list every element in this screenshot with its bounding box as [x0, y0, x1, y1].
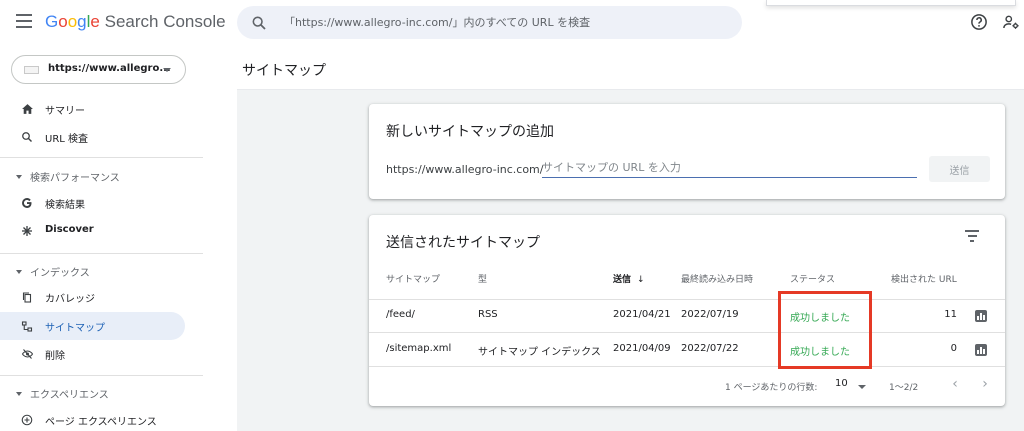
cell-last-read: 2022/07/19: [681, 309, 739, 320]
column-header-last-read[interactable]: 最終読み込み日時: [681, 272, 753, 285]
url-inspection-search[interactable]: [237, 6, 742, 39]
sidebar-item-url-inspection[interactable]: URL 検査: [0, 123, 185, 151]
dropdown-panel-edge: [766, 0, 1016, 6]
sidebar-divider: [0, 253, 203, 254]
column-header-sitemap[interactable]: サイトマップ: [386, 272, 440, 285]
search-icon: [252, 16, 266, 30]
section-performance[interactable]: 検索パフォーマンス: [16, 169, 120, 184]
sort-descending-icon: ↓: [637, 275, 645, 285]
sidebar-item-discover[interactable]: Discover: [0, 217, 185, 245]
section-experience[interactable]: エクスペリエンス: [16, 386, 109, 401]
sidebar-item-summary[interactable]: サマリー: [0, 95, 185, 123]
cell-sitemap: /sitemap.xml: [386, 343, 452, 354]
site-favicon-icon: [24, 66, 39, 74]
caret-down-icon: [163, 68, 171, 72]
search-input[interactable]: [284, 6, 724, 39]
bar-chart-icon[interactable]: [975, 344, 987, 356]
section-toggle-icon: [16, 175, 22, 179]
asterisk-icon: [20, 224, 34, 238]
card-title: 送信されたサイトマップ: [386, 235, 540, 251]
sidebar-item-label: サマリー: [45, 106, 85, 117]
sidebar-item-search-results[interactable]: 検索結果: [0, 189, 185, 217]
add-sitemap-card: 新しいサイトマップの追加 https://www.allegro-inc.com…: [369, 104, 1005, 199]
cell-submitted: 2021/04/21: [613, 309, 671, 320]
cell-sitemap: /feed/: [386, 309, 415, 320]
page-title: サイトマップ: [242, 63, 326, 79]
copy-icon: [20, 290, 34, 304]
card-title: 新しいサイトマップの追加: [386, 124, 554, 140]
sidebar-item-removals[interactable]: 削除: [0, 340, 185, 368]
sidebar-item-label: カバレッジ: [45, 294, 95, 305]
sitemap-url-input[interactable]: [542, 158, 917, 178]
table-divider: [369, 332, 1005, 333]
sidebar-item-label: ページ エクスペリエンス: [45, 417, 157, 428]
menu-icon[interactable]: [16, 14, 32, 28]
previous-page-icon[interactable]: ‹: [946, 375, 964, 393]
app-header: Google Search Console: [0, 0, 1024, 46]
sidebar-item-label: サイトマップ: [45, 323, 105, 334]
column-header-submitted[interactable]: 送信 ↓: [613, 272, 645, 285]
sidebar-item-label: URL 検査: [45, 134, 89, 145]
sidebar-item-sitemaps[interactable]: サイトマップ: [0, 312, 185, 340]
cell-type: サイトマップ インデックス: [478, 347, 601, 358]
next-page-icon[interactable]: ›: [976, 375, 994, 393]
user-settings-icon[interactable]: [1002, 13, 1020, 31]
submitted-sitemaps-card: 送信されたサイトマップ サイトマップ 型 送信 ↓ 最終読み込み日時 ステータス …: [369, 215, 1005, 406]
cell-last-read: 2022/07/22: [681, 343, 739, 354]
table-divider: [369, 366, 1005, 367]
help-icon[interactable]: [970, 13, 988, 31]
url-prefix: https://www.allegro-inc.com/: [386, 163, 544, 176]
filter-icon[interactable]: [965, 230, 979, 242]
cell-urls: 11: [944, 309, 957, 320]
property-label: https://www.allegro...: [48, 63, 171, 74]
sidebar-item-page-experience[interactable]: ページ エクスペリエンス: [0, 406, 185, 431]
search-icon: [20, 130, 34, 144]
table-divider: [369, 299, 1005, 300]
sitemap-icon: [20, 319, 34, 333]
pagination-range: 1〜2/2: [889, 383, 919, 393]
section-index[interactable]: インデックス: [16, 264, 90, 279]
rows-per-page-label: 1 ページあたりの行数:: [725, 383, 818, 393]
status-highlight-box: [778, 291, 872, 369]
eye-off-icon: [20, 347, 34, 361]
cell-urls: 0: [950, 343, 957, 354]
section-toggle-icon: [16, 392, 22, 396]
sidebar-item-label: Discover: [45, 224, 94, 235]
app-logo[interactable]: Google Search Console: [45, 12, 226, 32]
section-toggle-icon: [16, 270, 22, 274]
plus-circle-icon: [20, 413, 34, 427]
cell-type: RSS: [478, 309, 498, 320]
sidebar-item-label: 削除: [45, 351, 65, 362]
sidebar-divider: [0, 157, 203, 158]
sidebar-item-coverage[interactable]: カバレッジ: [0, 283, 185, 311]
cell-submitted: 2021/04/09: [613, 343, 671, 354]
google-g-icon: [20, 196, 34, 210]
sidebar-divider: [0, 375, 203, 376]
caret-down-icon[interactable]: [858, 385, 866, 389]
submit-button[interactable]: 送信: [929, 156, 990, 182]
home-icon: [20, 102, 34, 116]
rows-per-page-select[interactable]: 10: [835, 378, 848, 389]
column-header-urls[interactable]: 検出された URL: [891, 272, 957, 285]
sidebar-item-label: 検索結果: [45, 200, 85, 211]
column-header-type[interactable]: 型: [478, 272, 487, 285]
bar-chart-icon[interactable]: [975, 310, 987, 322]
property-selector[interactable]: https://www.allegro...: [11, 55, 186, 84]
column-header-status[interactable]: ステータス: [790, 272, 835, 285]
